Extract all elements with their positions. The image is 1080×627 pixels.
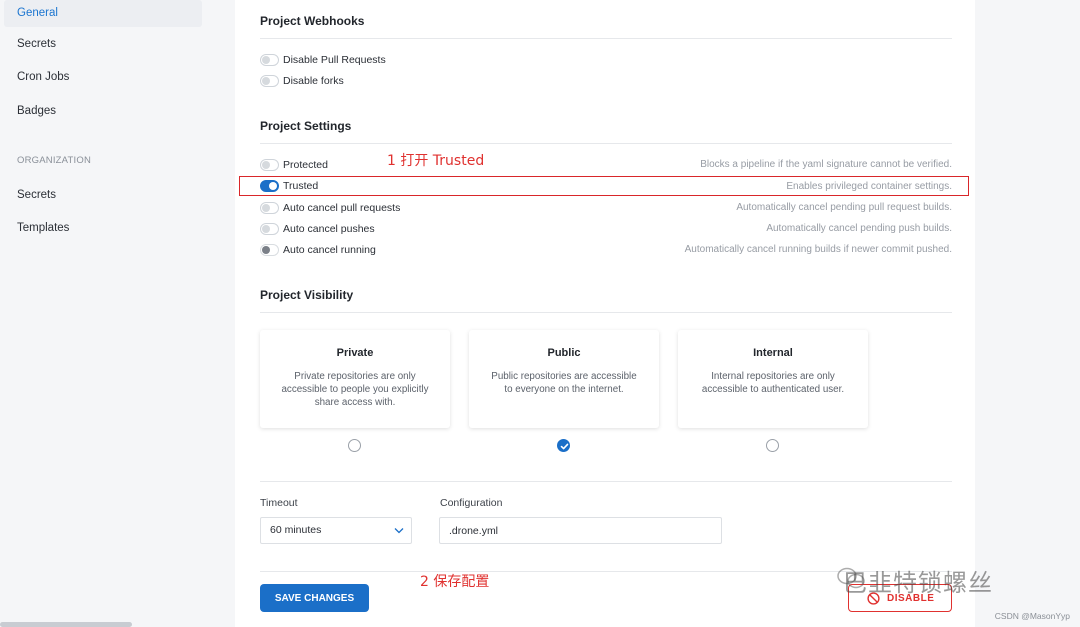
- sidebar-scrollbar[interactable]: [0, 622, 132, 627]
- timeout-value: 60 minutes: [270, 524, 322, 536]
- visibility-card-title: Internal: [753, 347, 793, 359]
- auto-cancel-pull-requests-toggle[interactable]: [260, 202, 279, 214]
- sidebar-item-org-secrets[interactable]: Secrets: [4, 182, 202, 209]
- settings-panel: Project Webhooks Disable Pull Requests D…: [235, 0, 975, 627]
- check-icon: [560, 443, 569, 450]
- timeout-label: Timeout: [260, 497, 298, 509]
- visibility-radio-private[interactable]: [348, 439, 361, 452]
- disable-forks-label: Disable forks: [283, 75, 344, 87]
- webhooks-title: Project Webhooks: [260, 14, 365, 28]
- disable-forks-toggle[interactable]: [260, 75, 279, 87]
- trusted-toggle[interactable]: [260, 180, 279, 192]
- protected-label: Protected: [283, 159, 328, 171]
- sidebar-item-secrets[interactable]: Secrets: [4, 31, 202, 58]
- annotation-step2: 2 保存配置: [420, 574, 490, 590]
- auto-cancel-pushes-label: Auto cancel pushes: [283, 223, 375, 235]
- watermark-text: 巴韭特锁螺丝: [843, 569, 993, 597]
- divider: [260, 312, 952, 313]
- save-changes-button[interactable]: SAVE CHANGES: [260, 584, 369, 612]
- auto-cancel-pushes-desc: Automatically cancel pending push builds…: [766, 223, 952, 234]
- auto-cancel-running-toggle[interactable]: [260, 244, 279, 256]
- auto-cancel-pull-requests-desc: Automatically cancel pending pull reques…: [736, 202, 952, 213]
- visibility-card-internal[interactable]: Internal Internal repositories are only …: [678, 330, 868, 428]
- annotation-step1: 1 打开 Trusted: [387, 153, 485, 169]
- visibility-card-desc: Public repositories are accessible to ev…: [491, 371, 637, 395]
- visibility-card-title: Private: [336, 347, 374, 359]
- protected-toggle[interactable]: [260, 159, 279, 171]
- visibility-card-private[interactable]: Private Private repositories are only ac…: [260, 330, 450, 428]
- configuration-input[interactable]: [439, 517, 722, 544]
- divider: [260, 481, 952, 482]
- disable-pull-requests-label: Disable Pull Requests: [283, 54, 386, 66]
- configuration-label: Configuration: [440, 497, 503, 509]
- timeout-select[interactable]: 60 minutes: [260, 517, 412, 544]
- visibility-card-desc: Private repositories are only accessible…: [281, 371, 429, 408]
- trusted-label: Trusted: [283, 180, 319, 192]
- auto-cancel-pull-requests-label: Auto cancel pull requests: [283, 202, 401, 214]
- settings-title: Project Settings: [260, 119, 352, 133]
- sidebar-item-badges[interactable]: Badges: [4, 98, 202, 125]
- visibility-radio-internal[interactable]: [766, 439, 779, 452]
- visibility-card-public[interactable]: Public Public repositories are accessibl…: [469, 330, 659, 428]
- visibility-title: Project Visibility: [260, 288, 354, 302]
- chevron-down-icon: [394, 528, 404, 534]
- protected-desc: Blocks a pipeline if the yaml signature …: [700, 159, 952, 170]
- auto-cancel-pushes-toggle[interactable]: [260, 223, 279, 235]
- auto-cancel-running-desc: Automatically cancel running builds if n…: [684, 244, 952, 255]
- divider: [260, 38, 952, 39]
- visibility-card-title: Public: [547, 347, 581, 359]
- visibility-card-desc: Internal repositories are only accessibl…: [701, 371, 845, 395]
- sidebar: General Secrets Cron Jobs Badges ORGANIZ…: [0, 0, 210, 627]
- divider: [260, 143, 952, 144]
- trusted-desc: Enables privileged container settings.: [786, 181, 952, 192]
- sidebar-item-templates[interactable]: Templates: [4, 215, 202, 242]
- disable-pull-requests-toggle[interactable]: [260, 54, 279, 66]
- sidebar-item-general[interactable]: General: [4, 0, 202, 27]
- visibility-radio-public[interactable]: [557, 439, 570, 452]
- sidebar-item-cron-jobs[interactable]: Cron Jobs: [4, 64, 202, 91]
- credit-text: CSDN @MasonYyp: [994, 611, 1070, 621]
- sidebar-org-heading: ORGANIZATION: [17, 155, 92, 166]
- auto-cancel-running-label: Auto cancel running: [283, 244, 376, 256]
